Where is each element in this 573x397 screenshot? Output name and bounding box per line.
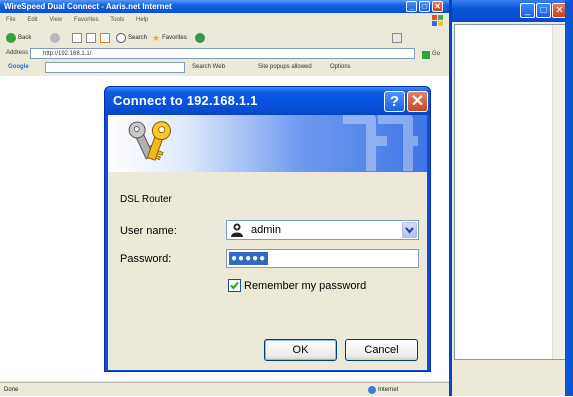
address-value: http://192.168.1.1/ xyxy=(43,51,92,57)
search-web-button[interactable]: Search Web xyxy=(192,60,225,75)
remember-password-checkbox[interactable]: Remember my password xyxy=(228,279,366,292)
ie-titlebar[interactable]: WireSpeed Dual Connect - Aaris.net Inter… xyxy=(0,0,449,13)
background-window-bottom xyxy=(450,362,573,396)
menu-file[interactable]: File xyxy=(6,17,16,23)
menu-favorites[interactable]: Favorites xyxy=(74,17,99,23)
minimize-icon[interactable]: _ xyxy=(406,1,417,12)
status-bar: Done Internet xyxy=(0,382,449,396)
search-button[interactable]: Search xyxy=(116,31,147,45)
star-icon: ★ xyxy=(152,33,161,43)
messenger-button[interactable] xyxy=(392,31,402,45)
media-button[interactable] xyxy=(195,31,205,45)
messenger-icon xyxy=(392,33,402,43)
user-icon xyxy=(231,223,243,237)
username-field[interactable]: admin xyxy=(226,220,419,240)
background-window-titlebar[interactable]: _ □ ✕ xyxy=(450,0,573,22)
status-text: Done xyxy=(4,387,19,393)
username-label: User name: xyxy=(120,225,177,237)
menu-help[interactable]: Help xyxy=(136,17,148,23)
favorites-button[interactable]: ★ Favorites xyxy=(152,31,187,45)
forward-button[interactable] xyxy=(50,31,60,45)
back-button[interactable]: Back xyxy=(6,31,31,45)
refresh-button[interactable] xyxy=(86,31,96,45)
toolbar: Back Search ★ Favorites xyxy=(0,29,449,47)
keys-icon xyxy=(128,121,171,161)
close-icon[interactable]: ✕ xyxy=(432,1,443,12)
refresh-icon xyxy=(86,33,96,43)
checkbox[interactable] xyxy=(228,279,241,292)
close-button[interactable]: ✕ xyxy=(407,91,428,112)
home-icon xyxy=(100,33,110,43)
checkmark-icon xyxy=(230,281,239,290)
windows-logo-icon xyxy=(432,15,443,26)
menu-edit[interactable]: Edit xyxy=(27,17,37,23)
dialog-title: Connect to 192.168.1.1 xyxy=(113,93,258,108)
globe-icon xyxy=(368,386,376,394)
dialog-body: DSL Router User name: admin Password: ●●… xyxy=(108,115,427,370)
back-label: Back xyxy=(18,35,32,41)
options-button[interactable]: Options xyxy=(330,60,351,75)
username-dropdown-button[interactable] xyxy=(402,222,417,238)
stop-icon xyxy=(72,33,82,43)
cancel-button[interactable]: Cancel xyxy=(345,339,418,361)
background-window: _ □ ✕ xyxy=(450,0,573,396)
zone-text: Internet xyxy=(378,387,399,393)
login-dialog: Connect to 192.168.1.1 ? ✕ DSL Router Us… xyxy=(104,86,431,372)
window-title: WireSpeed Dual Connect - Aaris.net Inter… xyxy=(4,2,172,11)
favorites-label: Favorites xyxy=(162,35,187,41)
chevron-down-icon xyxy=(405,227,414,234)
window-edge xyxy=(565,0,573,396)
search-label: Search xyxy=(128,35,148,41)
back-arrow-icon xyxy=(6,33,16,43)
google-logo[interactable]: Google xyxy=(8,60,29,75)
menu-bar: File Edit View Favorites Tools Help xyxy=(0,14,449,27)
minimize-icon[interactable]: _ xyxy=(520,3,535,18)
help-button[interactable]: ? xyxy=(384,91,405,112)
password-label: Password: xyxy=(120,253,172,265)
remember-label: Remember my password xyxy=(244,279,367,292)
username-value: admin xyxy=(251,224,281,236)
address-input[interactable]: http://192.168.1.1/ xyxy=(30,48,415,59)
address-label: Address xyxy=(6,50,29,56)
background-window-content xyxy=(454,24,569,360)
go-arrow-icon xyxy=(422,50,430,59)
home-button[interactable] xyxy=(100,31,110,45)
dialog-banner xyxy=(108,115,427,172)
ok-button[interactable]: OK xyxy=(264,339,337,361)
maximize-icon[interactable]: □ xyxy=(419,1,430,12)
dialog-titlebar[interactable]: Connect to 192.168.1.1 ? ✕ xyxy=(105,87,430,115)
stop-button[interactable] xyxy=(72,31,82,45)
realm-text: DSL Router xyxy=(120,194,172,205)
password-value: ●●●●● xyxy=(229,252,269,265)
maximize-icon[interactable]: □ xyxy=(536,3,551,18)
popups-allowed-button[interactable]: Site popups allowed xyxy=(258,60,312,75)
address-bar: Address http://192.168.1.1/ Go xyxy=(0,47,449,60)
search-icon xyxy=(116,33,126,43)
keys-watermark-icon xyxy=(343,115,418,171)
google-search-input[interactable] xyxy=(45,62,185,73)
google-toolbar: Google Search Web Site popups allowed Op… xyxy=(0,60,449,75)
menu-tools[interactable]: Tools xyxy=(110,17,124,23)
forward-arrow-icon xyxy=(50,33,60,43)
menu-view[interactable]: View xyxy=(49,17,62,23)
password-field[interactable]: ●●●●● xyxy=(226,249,419,268)
media-icon xyxy=(195,33,205,43)
